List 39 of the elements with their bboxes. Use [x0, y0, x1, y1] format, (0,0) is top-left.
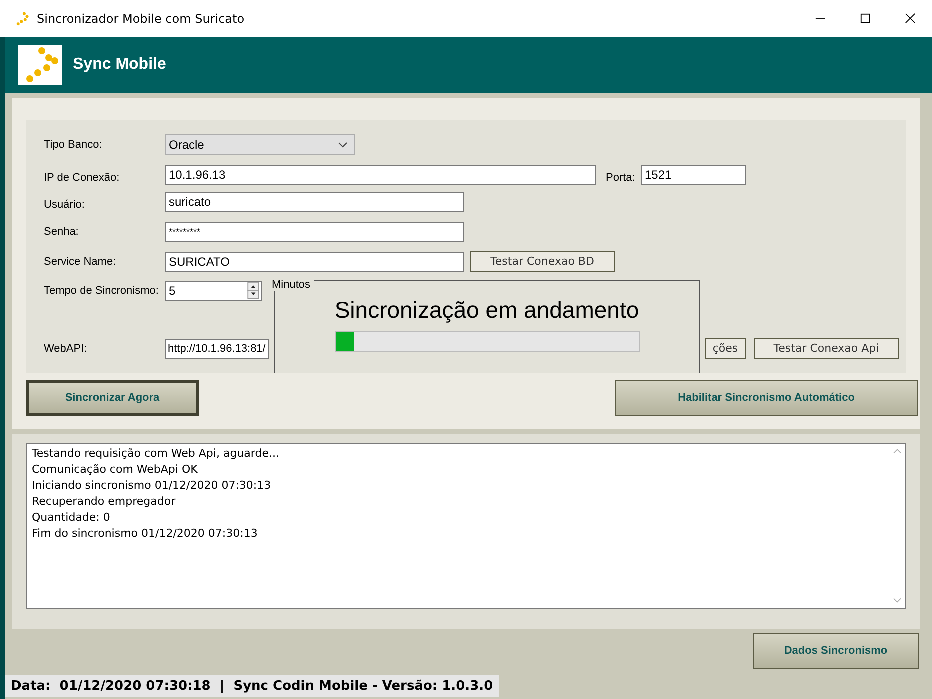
field-label: Tempo de Sincronismo: [44, 284, 160, 296]
log-line: Recuperando empregador [32, 494, 177, 510]
log-line: Quantidade: 0 [32, 510, 112, 526]
unit-label: Minutos [272, 279, 314, 291]
field-label: Senha: [44, 226, 80, 238]
field-label: IP de Conexão: [44, 170, 121, 184]
field-label: Porta: [606, 170, 636, 184]
log-line: Testando requisição com Web Api, aguarde... [32, 446, 280, 462]
test-db-button[interactable]: Testar Conexao BD [470, 251, 615, 272]
field-label: Tipo Banco: [44, 138, 104, 150]
app-title: Sync Mobile [73, 56, 166, 74]
close-icon[interactable] [905, 13, 916, 24]
field-label: WebAPI: [44, 342, 88, 354]
webapi-field[interactable]: http://10.1.96.13:81/ [165, 338, 269, 358]
port-field[interactable]: 1521 [641, 164, 746, 184]
action-button[interactable]: Habilitar Sincronismo Automático [615, 380, 918, 416]
settings-button[interactable]: ções [705, 338, 746, 359]
log-line: Fim do sincronismo 01/12/2020 07:30:13 [32, 526, 259, 542]
chevron-down-icon [338, 142, 348, 148]
user-field[interactable]: suricato [165, 192, 464, 212]
field-label: Usuário: [44, 198, 86, 210]
log-line: Iniciando sincronismo 01/12/2020 07:30:13 [32, 478, 272, 494]
app-logo-icon [16, 11, 31, 26]
log-line: Comunicação com WebApi OK [32, 462, 199, 478]
window-title: Sincronizador Mobile com Suricato [37, 12, 245, 26]
test-api-button[interactable]: Testar Conexao Api [754, 338, 899, 359]
service-name-field[interactable]: SURICATO [165, 252, 464, 272]
password-field[interactable]: ********* [165, 222, 464, 242]
maximize-icon[interactable] [860, 13, 871, 24]
field-label: Service Name: [44, 256, 118, 268]
status-text: Data: 01/12/2020 07:30:18 | Sync Codin Mobile - Versão: 1.0.3.0 [5, 675, 500, 697]
app-logo-icon [18, 45, 62, 85]
database-type-dropdown[interactable]: Oracle [165, 134, 355, 155]
progress-message: Sincronização em andamento [334, 297, 640, 324]
spin-arrows-icon [247, 282, 260, 299]
action-button[interactable]: Sincronizar Agora [26, 380, 199, 416]
ip-field[interactable]: 10.1.96.13 [165, 164, 596, 184]
sync-data-button[interactable]: Dados Sincronismo [753, 633, 919, 669]
interval-spinner[interactable]: 5 [165, 280, 262, 300]
